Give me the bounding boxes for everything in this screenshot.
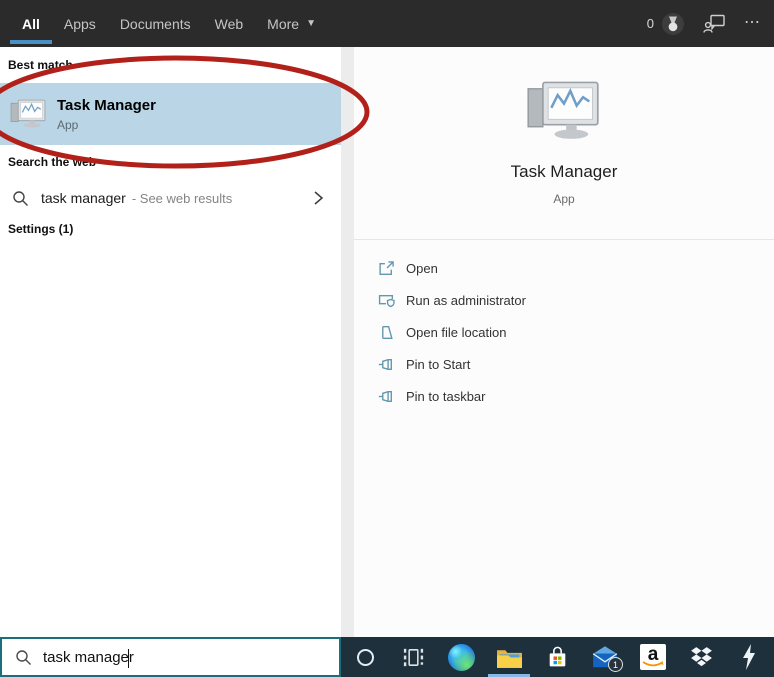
- action-run-as-administrator[interactable]: Run as administrator: [354, 284, 774, 316]
- tab-apps[interactable]: Apps: [52, 0, 108, 47]
- search-web-header: Search the web: [8, 155, 97, 169]
- web-search-row[interactable]: task manager - See web results: [0, 180, 341, 216]
- panel-divider: [341, 47, 354, 637]
- cortana-icon: [356, 648, 374, 666]
- taskbar: 1 a: [341, 637, 774, 677]
- tab-documents-label: Documents: [119, 15, 191, 32]
- preview-type: App: [553, 192, 575, 206]
- action-pin-to-start[interactable]: Pin to Start: [354, 348, 774, 380]
- filter-tabs: All Apps Documents Web More ▼: [0, 0, 328, 47]
- file-location-icon: [382, 325, 393, 339]
- best-match-row[interactable]: Task Manager App: [0, 83, 341, 145]
- preview-panel: Task Manager App Open Run as administrat…: [354, 47, 774, 637]
- rewards-medal-icon: [662, 12, 684, 35]
- amazon-button[interactable]: a: [629, 637, 677, 677]
- store-icon: [549, 646, 565, 666]
- mail-badge-count: 1: [612, 659, 618, 670]
- action-pin-to-taskbar[interactable]: Pin to taskbar: [354, 380, 774, 412]
- edge-icon: [447, 643, 475, 671]
- dropbox-button[interactable]: [677, 637, 725, 677]
- web-hint-text: - See web results: [131, 190, 233, 206]
- tab-documents[interactable]: Documents: [108, 0, 203, 47]
- search-icon: [13, 190, 28, 206]
- task-view-icon: [403, 648, 423, 666]
- search-filter-bar: All Apps Documents Web More ▼ 0 ⋯: [0, 0, 774, 47]
- action-open-label: Open: [406, 260, 438, 276]
- chevron-right-icon: [314, 191, 324, 205]
- open-external-icon: [379, 260, 394, 275]
- feedback-icon[interactable]: [703, 13, 726, 35]
- action-open-file-location[interactable]: Open file location: [354, 316, 774, 348]
- tab-more[interactable]: More ▼: [255, 0, 328, 47]
- cortana-button[interactable]: [341, 637, 389, 677]
- tab-apps-label: Apps: [63, 15, 96, 32]
- more-options-icon[interactable]: ⋯: [744, 12, 762, 36]
- lightning-icon: [743, 644, 755, 670]
- task-manager-icon: [10, 99, 46, 128]
- edge-button[interactable]: [437, 637, 485, 677]
- dropbox-icon: [690, 647, 712, 667]
- best-match-type: App: [57, 117, 79, 132]
- best-match-title: Task Manager: [57, 96, 156, 114]
- web-query-text: task manager: [41, 190, 126, 206]
- chevron-down-icon: ▼: [306, 18, 316, 29]
- windows-search-flyout: All Apps Documents Web More ▼ 0 ⋯ Best m…: [0, 0, 774, 677]
- preview-title: Task Manager: [510, 162, 618, 181]
- preview-divider: [354, 239, 774, 240]
- search-icon: [16, 649, 31, 665]
- tab-all-label: All: [22, 15, 40, 32]
- tab-more-label: More: [267, 15, 300, 32]
- tab-web-label: Web: [214, 15, 244, 32]
- search-input[interactable]: [43, 648, 339, 666]
- tab-all[interactable]: All: [10, 0, 52, 47]
- settings-header: Settings (1): [8, 222, 74, 236]
- action-pin-start-label: Pin to Start: [406, 356, 471, 372]
- rewards-indicator[interactable]: 0: [647, 12, 685, 36]
- tab-web[interactable]: Web: [203, 0, 256, 47]
- action-run-admin-label: Run as administrator: [406, 292, 526, 308]
- best-match-header: Best match: [8, 58, 73, 72]
- active-tab-underline: [10, 40, 52, 44]
- pin-icon: [378, 358, 392, 370]
- store-button[interactable]: [533, 637, 581, 677]
- task-view-button[interactable]: [389, 637, 437, 677]
- lightning-app-button[interactable]: [725, 637, 773, 677]
- task-manager-icon-large: [527, 81, 599, 139]
- window-shield-icon: [378, 294, 395, 307]
- mail-button[interactable]: 1: [581, 637, 629, 677]
- action-open[interactable]: Open: [354, 252, 774, 284]
- file-explorer-icon: [496, 649, 522, 668]
- rewards-count: 0: [646, 16, 654, 31]
- amazon-smile-arrow: [642, 661, 664, 667]
- topbar-right-icons: 0 ⋯: [647, 0, 762, 47]
- search-results-body: Best match Task Manager App Search the w…: [0, 47, 774, 637]
- mail-unread-badge: 1: [608, 657, 623, 672]
- action-file-location-label: Open file location: [406, 324, 507, 340]
- file-explorer-button[interactable]: [485, 637, 533, 677]
- amazon-icon: a: [640, 644, 666, 670]
- pin-icon: [378, 390, 392, 402]
- taskbar-search-box[interactable]: [0, 637, 341, 677]
- action-pin-taskbar-label: Pin to taskbar: [406, 388, 486, 404]
- context-actions: Open Run as administrator Open file loca…: [354, 252, 774, 412]
- text-cursor: [128, 649, 129, 668]
